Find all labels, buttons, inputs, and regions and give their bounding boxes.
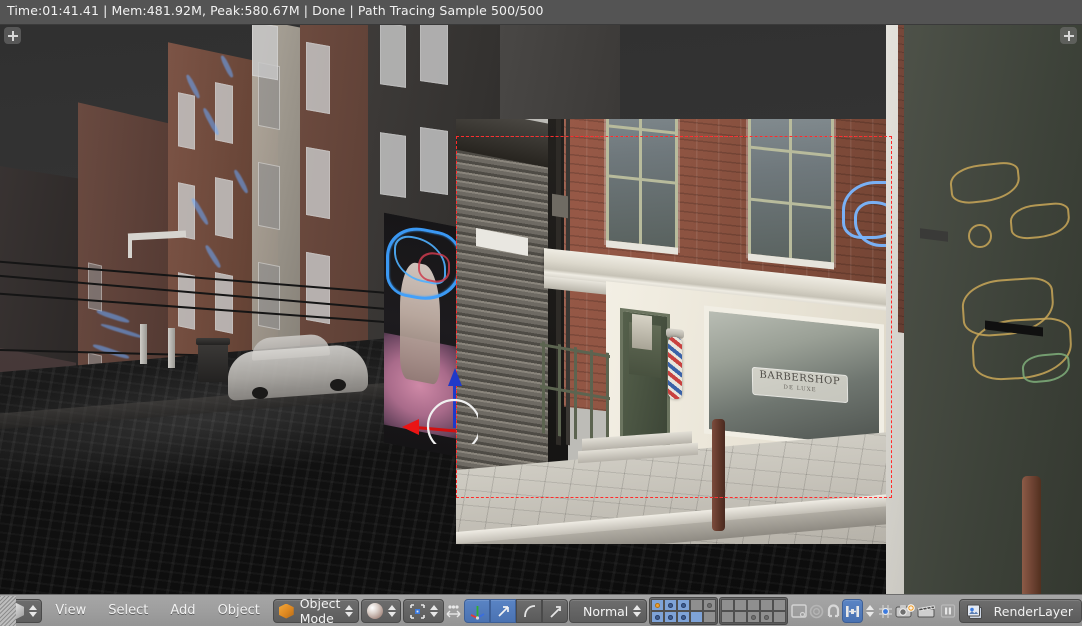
render-info-bar: Time:01:41.41 | Mem:481.92M, Peak:580.67… (0, 0, 1082, 25)
barber-pole (668, 336, 682, 400)
facade-window (606, 119, 678, 255)
object-mode-cube-icon (278, 603, 294, 619)
texture-solid-toggle[interactable] (790, 600, 808, 622)
3d-viewport[interactable]: BARBERSHOP DE LUXE (0, 24, 1082, 594)
layer-cell[interactable] (663, 599, 677, 611)
facade-window (748, 119, 834, 270)
street-bollard (712, 419, 725, 531)
layer-cell[interactable] (676, 611, 690, 623)
proportional-editing-icon (444, 604, 463, 619)
interaction-mode-label: Object Mode (299, 596, 341, 626)
car-wheel (252, 387, 268, 399)
move-arrow-icon (495, 603, 512, 620)
layer-cell[interactable] (650, 611, 664, 623)
pivot-point-chevron-icon (429, 605, 440, 617)
manipulator-button-group (464, 599, 569, 623)
menu-object[interactable]: Object (207, 600, 271, 622)
pivot-median-point-icon (409, 603, 426, 620)
transform-orientation-selector[interactable]: Normal (569, 599, 648, 623)
magnet-icon (825, 603, 842, 620)
bollard (140, 324, 147, 364)
junction-box (552, 193, 568, 219)
opengl-render-animation-button[interactable] (916, 600, 937, 622)
opengl-render-image-button[interactable] (895, 600, 916, 622)
layer-cell[interactable] (734, 599, 748, 611)
snap-grid-icon (877, 603, 894, 620)
transform-manipulator[interactable] (398, 354, 478, 444)
render-layer-label: RenderLayer (993, 603, 1073, 619)
circle-icon (808, 603, 825, 620)
snap-target-selector[interactable] (877, 600, 894, 622)
renderlayers-icon (963, 603, 987, 620)
blender-window: Time:01:41.41 | Mem:481.92M, Peak:580.67… (0, 0, 1082, 626)
layer-cell[interactable] (702, 599, 716, 611)
layer-cell[interactable] (689, 599, 703, 611)
street-bollard-right (1022, 476, 1041, 594)
render-info-text: Time:01:41.41 | Mem:481.92M, Peak:580.67… (7, 3, 544, 18)
viewport-shading-solid-icon (367, 603, 384, 619)
trash-bin (198, 342, 228, 382)
editor-type-chevron-icon (27, 605, 38, 617)
camera-render-icon (895, 603, 916, 619)
parked-car (228, 343, 368, 401)
menu-view[interactable]: View (44, 600, 97, 622)
door-window (632, 313, 652, 351)
move-axis-icon (469, 603, 486, 620)
graffiti-tag-right (968, 224, 992, 248)
layer-cell[interactable] (773, 599, 787, 611)
layer-cell[interactable] (747, 611, 761, 623)
snap-magnet-toggle[interactable] (825, 600, 842, 622)
clapperboard-icon (916, 603, 937, 619)
layer-cell[interactable] (676, 599, 690, 611)
rendered-region: BARBERSHOP DE LUXE (456, 119, 910, 544)
scale-manipulator-button[interactable] (542, 599, 569, 623)
layer-cell[interactable] (721, 611, 735, 623)
viewport-toolbar-toggle-right-icon[interactable] (1060, 27, 1077, 44)
street-lamp-pole (128, 236, 132, 258)
pivot-point-selector[interactable] (402, 599, 444, 623)
layer-cell[interactable] (663, 611, 677, 623)
bollard (168, 328, 175, 368)
interaction-mode-selector[interactable]: Object Mode (272, 596, 360, 626)
viewport-shading-selector[interactable] (361, 599, 402, 623)
rotate-arc-icon (521, 603, 538, 620)
snap-element-chevron-icon[interactable] (865, 605, 874, 617)
layer-cell[interactable] (760, 599, 774, 611)
transform-orientation-chevron-icon (631, 605, 642, 617)
menu-add[interactable]: Add (159, 600, 206, 622)
layer-cell[interactable] (760, 611, 774, 623)
viewport-shading-chevron-icon (386, 605, 397, 617)
layer-cell[interactable] (747, 599, 761, 611)
translate-manipulator-button[interactable] (490, 599, 517, 623)
transform-orientation-label: Normal (583, 603, 629, 619)
viewport-header: View Select Add Object Object Mode Norma… (0, 594, 1082, 626)
scene-layers-grid[interactable] (648, 597, 718, 625)
layer-cell[interactable] (734, 611, 748, 623)
proportional-editing-toggle[interactable] (444, 600, 463, 622)
layer-cell[interactable] (689, 611, 703, 623)
scene-layers-grid-secondary[interactable] (719, 597, 789, 625)
scale-icon (547, 603, 564, 620)
rotate-manipulator-button[interactable] (516, 599, 543, 623)
layer-cell[interactable] (773, 611, 787, 623)
texture-icon (790, 603, 808, 619)
manipulator-rotation-circle[interactable] (398, 354, 478, 444)
menu-select[interactable]: Select (97, 600, 159, 622)
viewport-toolbar-toggle-left-icon[interactable] (4, 27, 21, 44)
snap-element-selector[interactable] (841, 599, 863, 623)
interaction-mode-chevron-icon (343, 605, 354, 617)
car-wheel (330, 379, 346, 391)
layer-cell[interactable] (650, 599, 664, 611)
area-resize-grip[interactable] (0, 596, 16, 626)
layer-cell[interactable] (702, 611, 716, 623)
trash-bin-lid (196, 338, 230, 345)
shading-ring-toggle[interactable] (808, 600, 825, 622)
pause-viewport-render-button[interactable] (939, 600, 957, 622)
snap-increment-icon (843, 604, 862, 619)
manipulator-enable-toggle[interactable] (464, 599, 491, 623)
render-layer-selector[interactable]: RenderLayer (958, 599, 1082, 623)
layer-cell[interactable] (721, 599, 735, 611)
metal-railing (540, 341, 610, 445)
pause-icon (939, 603, 957, 619)
